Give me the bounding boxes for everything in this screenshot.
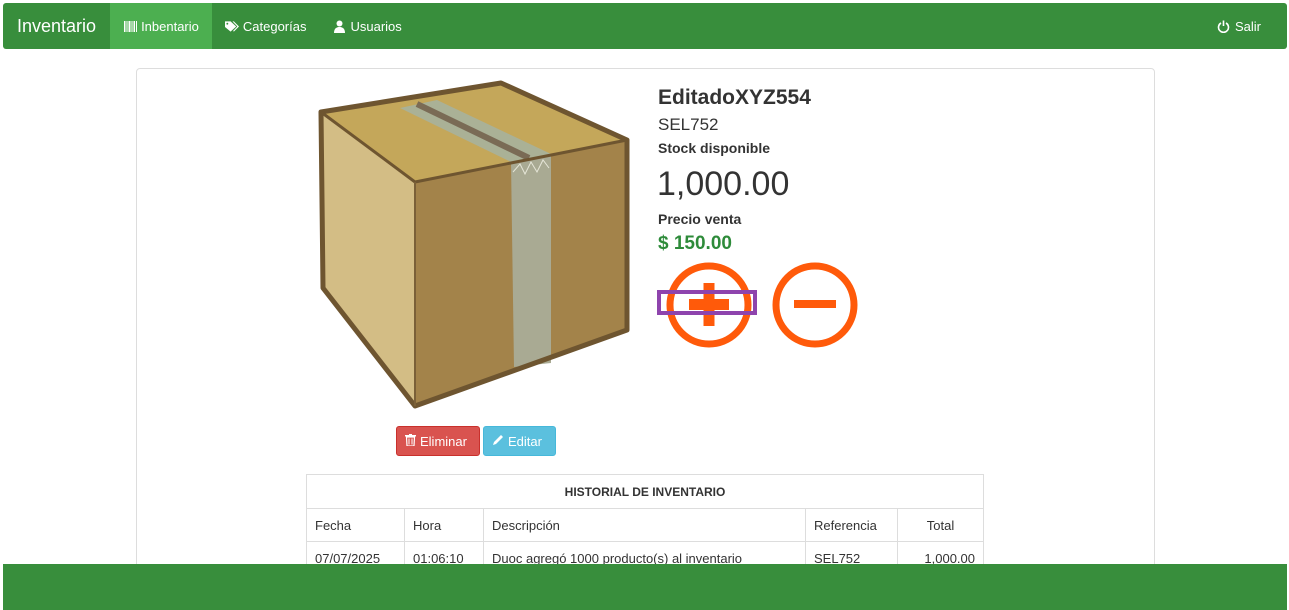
column-header: Descripción [483,508,806,542]
nav-item-label: Usuarios [350,18,402,34]
power-icon [1217,19,1231,33]
pencil-icon [492,434,504,449]
column-header: Referencia [805,508,898,542]
delete-label: Eliminar [420,433,467,449]
plus-circle-icon [657,262,757,348]
nav-item-label: Inbentario [141,18,199,34]
column-header: Total [897,508,984,542]
trash-icon [405,433,416,449]
nav-item-usuarios[interactable]: Usuarios [319,3,414,49]
logout-label: Salir [1234,18,1261,34]
minus-circle-icon [772,262,858,348]
stock-label: Stock disponible [658,140,771,156]
price-value: $ 150.00 [658,233,732,254]
price-label: Precio venta [658,211,742,227]
inventory-history-table: HISTORIAL DE INVENTARIO Fecha Hora Descr… [306,474,984,575]
table-header-row: Fecha Hora Descripción Referencia Total [306,508,984,542]
history-title: HISTORIAL DE INVENTARIO [306,474,984,509]
add-stock-button[interactable] [657,261,757,349]
stock-value: 1,000.00 [657,165,790,203]
top-navbar: Inventario Inbentario Categorías Usuario… [3,3,1287,49]
footer-bar [3,564,1287,610]
product-code: SEL752 [658,115,719,134]
nav-item-categorias[interactable]: Categorías [212,3,320,49]
nav-item-label: Categorías [242,18,307,34]
edit-button[interactable]: Editar [483,426,556,456]
tags-icon [224,19,239,33]
brand-title[interactable]: Inventario [3,3,110,49]
product-name: EditadoXYZ554 [658,86,811,109]
column-header: Hora [404,508,484,542]
nav-item-inventario[interactable]: Inbentario [110,3,212,49]
cardboard-box-image [315,80,635,415]
logout-link[interactable]: Salir [1204,3,1287,49]
column-header: Fecha [306,508,405,542]
delete-button[interactable]: Eliminar [396,426,480,456]
user-icon [332,19,346,33]
edit-label: Editar [508,433,542,449]
remove-stock-button[interactable] [770,261,860,349]
barcode-icon [123,19,137,33]
